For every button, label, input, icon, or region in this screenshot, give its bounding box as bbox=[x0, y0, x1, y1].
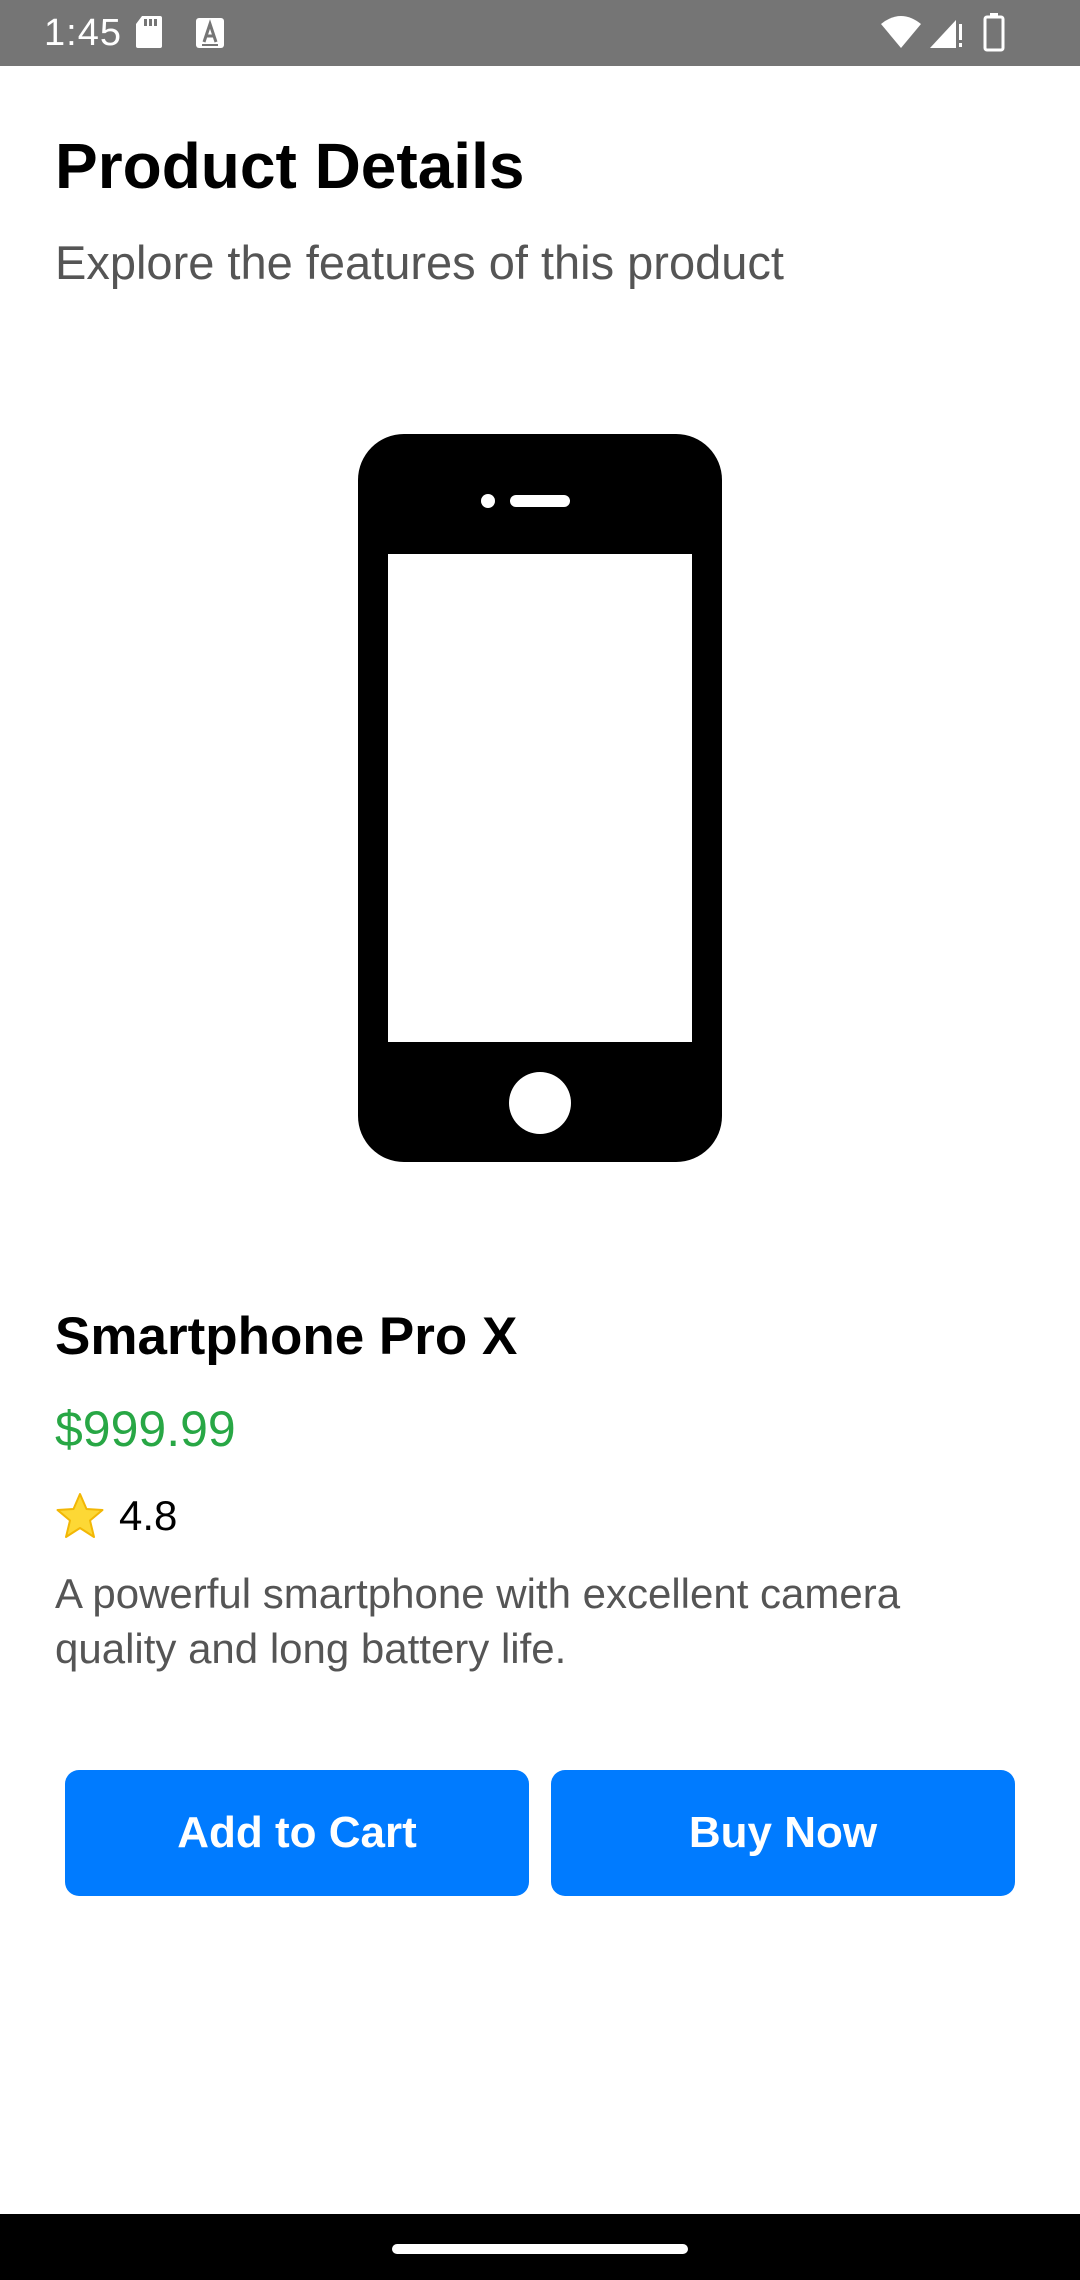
status-bar: 1:45 bbox=[0, 0, 1080, 66]
product-name: Smartphone Pro X bbox=[55, 1307, 518, 1366]
add-to-cart-button[interactable]: Add to Cart bbox=[65, 1770, 529, 1896]
page-title: Product Details bbox=[55, 130, 525, 202]
product-rating: 4.8 bbox=[55, 1486, 177, 1546]
battery-icon bbox=[983, 13, 1005, 52]
star-icon bbox=[56, 1493, 104, 1538]
a-notification-icon bbox=[196, 18, 224, 48]
status-time: 1:45 bbox=[44, 12, 122, 54]
rating-value: 4.8 bbox=[119, 1492, 178, 1539]
smartphone-icon bbox=[358, 434, 722, 1162]
signal-icon bbox=[930, 20, 962, 48]
home-gesture-handle[interactable] bbox=[392, 2244, 688, 2254]
product-description: A powerful smartphone with excellent cam… bbox=[55, 1570, 901, 1672]
buy-now-button[interactable]: Buy Now bbox=[551, 1770, 1015, 1896]
product-price: $999.99 bbox=[55, 1401, 236, 1457]
sd-card-icon bbox=[136, 16, 162, 48]
page-subtitle: Explore the features of this product bbox=[55, 236, 784, 289]
navigation-bar bbox=[0, 2214, 1080, 2280]
wifi-icon bbox=[881, 16, 921, 48]
